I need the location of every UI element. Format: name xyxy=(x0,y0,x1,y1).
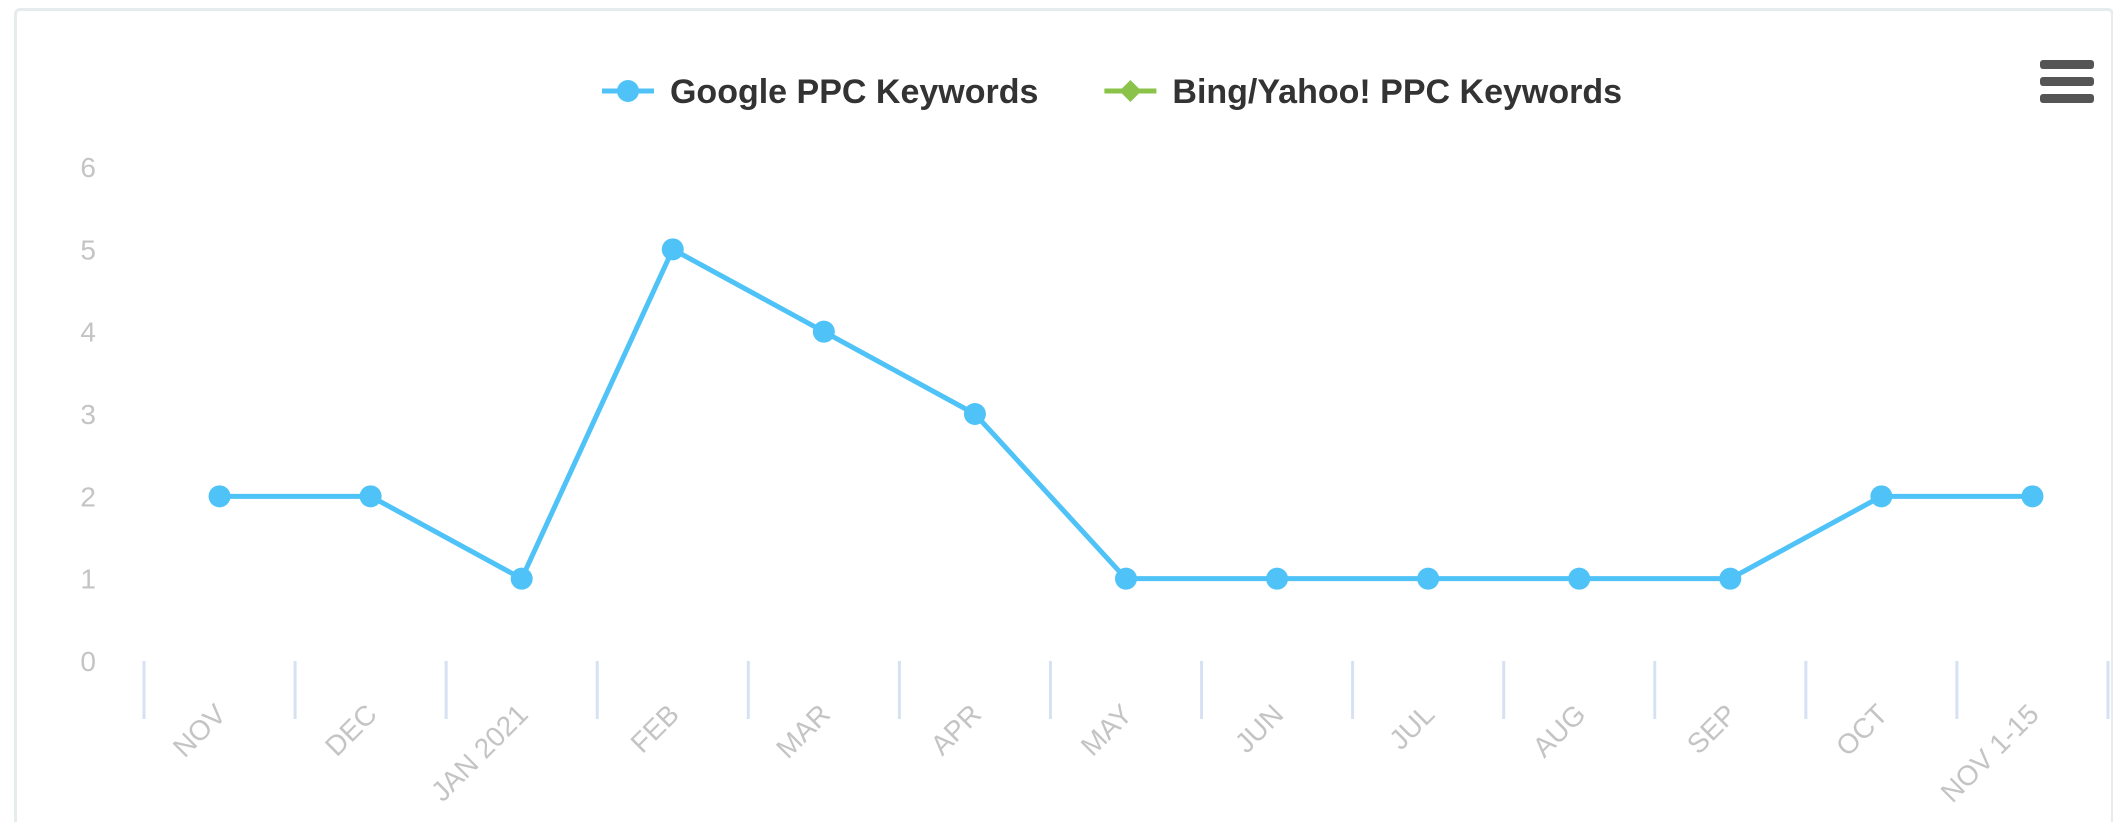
x-tick-label: SEP xyxy=(1681,698,1743,760)
x-tick-label: MAR xyxy=(770,698,836,764)
data-point[interactable] xyxy=(1870,485,1893,508)
x-tick-label: FEB xyxy=(625,698,685,758)
y-tick-label: 0 xyxy=(80,646,96,677)
data-point[interactable] xyxy=(510,567,533,590)
x-tick-label: JUL xyxy=(1383,698,1440,755)
y-axis: 0 1 2 3 4 5 6 xyxy=(80,152,96,677)
x-tick-label: MAY xyxy=(1075,698,1139,762)
data-point[interactable] xyxy=(1719,567,1742,590)
y-tick-label: 6 xyxy=(80,152,96,183)
x-tick-label: OCT xyxy=(1830,698,1894,762)
x-tick-label: APR xyxy=(925,698,988,761)
data-point[interactable] xyxy=(2021,485,2044,508)
data-point[interactable] xyxy=(661,238,684,261)
legend-circle-marker xyxy=(616,80,639,102)
chart-container: Google PPC Keywords Bing/Yahoo! PPC Keywo… xyxy=(0,0,2113,822)
x-tick-label: NOV xyxy=(167,698,232,763)
hamburger-menu-icon[interactable] xyxy=(2040,60,2094,104)
data-point[interactable] xyxy=(1115,567,1137,590)
data-point[interactable] xyxy=(1417,567,1440,590)
x-tick-label: DEC xyxy=(319,698,383,762)
y-tick-label: 5 xyxy=(80,234,96,265)
legend-item[interactable]: Google PPC Keywords xyxy=(601,73,1038,111)
x-tick-label: JAN 2021 xyxy=(425,698,534,807)
data-point[interactable] xyxy=(812,320,835,343)
series-line xyxy=(219,246,2033,582)
legend-item[interactable]: Bing/Yahoo! PPC Keywords xyxy=(1104,73,1622,111)
data-point[interactable] xyxy=(359,485,382,508)
y-tick-label: 3 xyxy=(80,399,96,430)
x-axis: NOV DEC JAN 2021 FEB MAR APR MAY JUN JUL AUG SEP OC… xyxy=(142,661,2110,808)
x-tick-label: JUN xyxy=(1229,698,1289,758)
y-tick-label: 1 xyxy=(80,564,96,595)
x-tick-label: AUG xyxy=(1527,698,1592,763)
data-point[interactable] xyxy=(963,403,986,425)
legend-label: Bing/Yahoo! PPC Keywords xyxy=(1172,73,1622,111)
line-chart: Google PPC Keywords Bing/Yahoo! PPC Keywo… xyxy=(80,73,2110,808)
series-layer xyxy=(208,238,2044,590)
y-tick-label: 2 xyxy=(80,481,96,512)
legend-label: Google PPC Keywords xyxy=(670,73,1038,111)
chart-legend: Google PPC Keywords Bing/Yahoo! PPC Keywo… xyxy=(601,73,1622,111)
data-point[interactable] xyxy=(1568,567,1591,590)
x-tick-label: NOV 1-15 xyxy=(1935,698,2045,808)
data-point[interactable] xyxy=(1266,567,1289,590)
legend-diamond-marker xyxy=(1119,80,1142,102)
data-point[interactable] xyxy=(208,485,231,508)
y-tick-label: 4 xyxy=(80,317,96,348)
